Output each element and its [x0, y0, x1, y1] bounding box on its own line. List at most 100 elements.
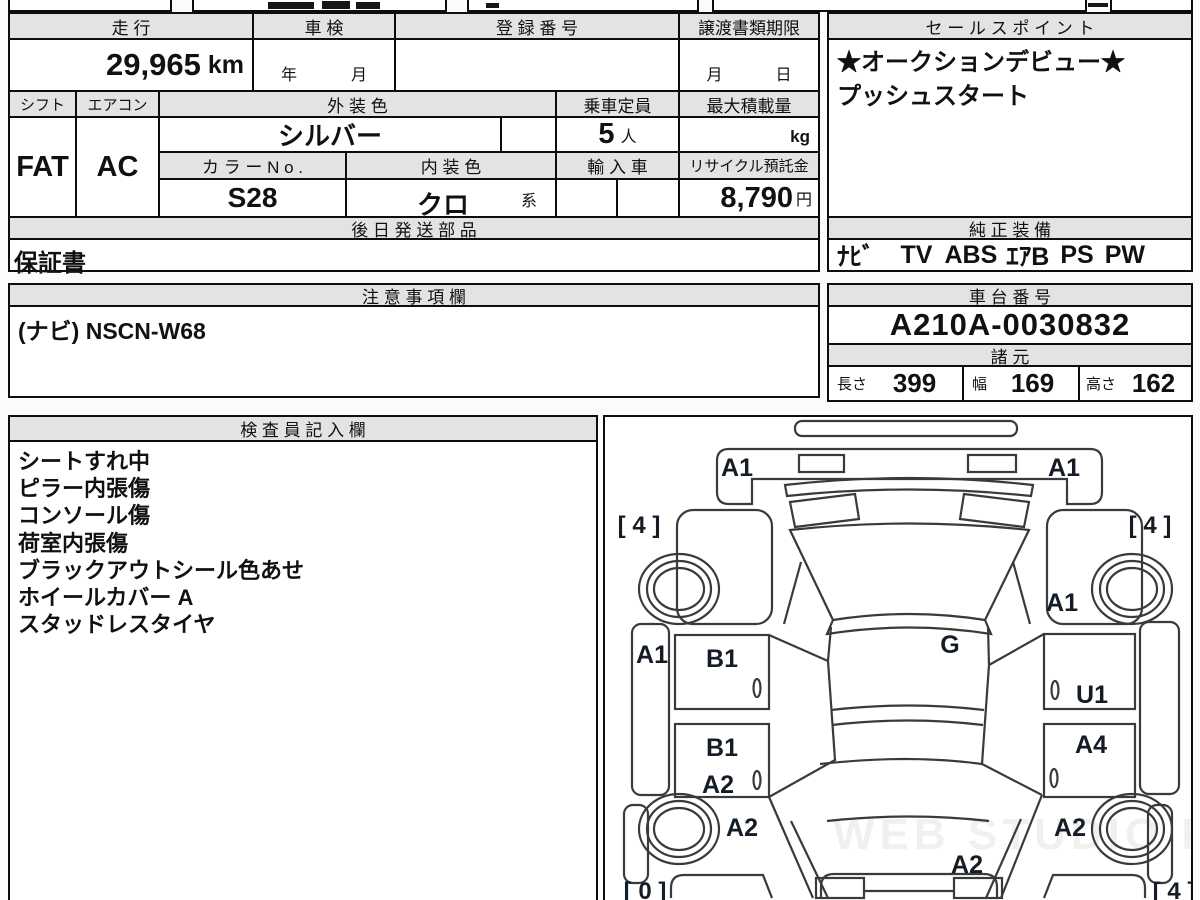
notes-header-label: 注 意 事 項 欄	[362, 287, 466, 307]
recycle-deposit-header: リサイクル預託金	[678, 151, 820, 180]
rear-left-corner-strip	[622, 803, 650, 885]
defect-item: ピラー内張傷	[18, 476, 151, 502]
max-load-value-cell: kg	[678, 116, 820, 153]
transfer-value-cell: 月 日	[678, 38, 820, 92]
recycle-deposit-header-label: リサイクル預託金	[689, 158, 809, 175]
defect-item: 荷室内張傷	[18, 530, 129, 556]
max-load-header: 最大積載量	[678, 90, 820, 118]
cutoff-glyph-fragment	[1088, 3, 1108, 7]
exterior-color-value-cell: シルバー	[158, 116, 502, 153]
tailgate-notch-right	[952, 876, 1004, 900]
shaken-header-label: 車 検	[304, 18, 344, 38]
capacity-value-cell: 5 人	[555, 116, 680, 153]
recycle-deposit-value: 8,790	[720, 181, 793, 214]
sales-points-header: セ ー ル ス ポ イ ン ト	[827, 12, 1193, 40]
damage-diagram: WEB STUDIO PRO	[603, 415, 1200, 900]
spec-length-cell: 長さ 399	[827, 365, 964, 402]
equipment-item: PS	[1060, 240, 1094, 269]
car-top-view-diagram: WEB STUDIO PRO	[618, 419, 1200, 900]
roof-strip	[793, 419, 1019, 438]
sales-point-line: ★オークションデビュー★	[837, 49, 1125, 76]
shift-value: FAT	[16, 150, 69, 183]
chassis-value-cell: A210A-0030832	[827, 305, 1193, 345]
notes-value: (ナビ) NSCN-W68	[18, 318, 206, 344]
interior-color-suffix: 系	[520, 193, 537, 210]
shift-header: シフト	[8, 90, 77, 118]
front-bumper	[715, 447, 1104, 506]
cutoff-glyph-fragment	[356, 2, 380, 9]
damage-label: A1	[636, 641, 668, 669]
later-parts-value: 保証書	[14, 250, 86, 277]
damage-label: A2	[951, 851, 983, 879]
capacity-unit: 人	[620, 128, 637, 146]
mileage-unit: km	[207, 50, 244, 79]
spec-length-value: 399	[892, 368, 937, 398]
damage-label: A1	[1046, 589, 1078, 617]
specs-header: 諸 元	[827, 343, 1193, 367]
chassis-value: A210A-0030832	[889, 307, 1131, 342]
spec-width-value: 169	[1010, 368, 1055, 398]
registration-header-label: 登 録 番 号	[495, 18, 579, 38]
interior-color-header-label: 内 装 色	[420, 158, 482, 177]
exterior-color-value: シルバー	[277, 121, 382, 151]
import-car-cell-1	[555, 178, 618, 218]
damage-label: G	[940, 631, 959, 659]
sales-point-line: プッシュスタート	[837, 83, 1029, 110]
roof-edge-band	[825, 619, 993, 636]
floor-arc-2	[831, 719, 984, 727]
damage-label: A4	[1075, 731, 1107, 759]
shaken-value-cell: 年 月	[252, 38, 396, 92]
tire-depth-label: [ 4 ]	[1153, 878, 1191, 900]
color-no-value: S28	[227, 182, 278, 213]
spec-height-cell: 高さ 162	[1078, 365, 1193, 402]
damage-label: A1	[1048, 454, 1080, 482]
wiper-pane-right	[958, 492, 1031, 529]
cutoff-glyph-fragment	[486, 3, 499, 8]
aircon-value: AC	[96, 150, 139, 183]
cutoff-row-cell	[712, 0, 1087, 12]
defect-item: ブラックアウトシール色あせ	[18, 557, 305, 583]
later-parts-header: 後 日 発 送 部 品	[8, 216, 820, 240]
specs-header-label: 諸 元	[990, 347, 1030, 367]
notes-header: 注 意 事 項 欄	[8, 283, 820, 307]
equipment-item: TV	[900, 240, 933, 269]
registration-value-cell	[394, 38, 680, 92]
import-car-header: 輸 入 車	[555, 151, 680, 180]
equipment-item: PW	[1104, 240, 1145, 269]
shaken-month-label: 月	[350, 67, 367, 84]
defect-item: シートすれ中	[18, 449, 151, 474]
right-sill-strip	[1138, 620, 1181, 796]
shift-header-label: シフト	[19, 96, 65, 114]
door-handle	[1049, 767, 1059, 789]
body-right-edge	[980, 561, 1045, 796]
rear-right-fender	[1042, 873, 1147, 899]
cutoff-glyph-fragment	[322, 1, 350, 9]
spec-length-label: 長さ	[837, 376, 868, 393]
spec-height-label: 高さ	[1086, 376, 1117, 393]
floor-arc-1	[830, 704, 985, 712]
inspector-header-label: 検 査 員 記 入 欄	[240, 421, 366, 440]
auction-sheet: 走 行 車 検 登 録 番 号 譲渡書類期限 29,965 km 年 月 月 日…	[0, 0, 1200, 900]
damage-label: A2	[1054, 814, 1086, 842]
cutoff-row-cell	[1110, 0, 1193, 12]
cutoff-row-cell	[467, 0, 699, 12]
max-load-unit: kg	[790, 127, 810, 146]
color-no-header: カ ラ ー N o .	[158, 151, 347, 180]
mileage-value: 29,965	[106, 47, 201, 82]
equipment-item: ﾅﾋﾞ	[837, 243, 875, 271]
transfer-deadline-header: 譲渡書類期限	[678, 12, 820, 40]
door-handle	[1050, 679, 1060, 701]
rear-left-fender	[669, 873, 774, 899]
exterior-color-header: 外 装 色	[158, 90, 557, 118]
interior-color-header: 内 装 色	[345, 151, 557, 180]
equipment-item: ABS	[944, 240, 998, 269]
exterior-color-header-label: 外 装 色	[327, 96, 388, 116]
aircon-header-label: エアコン	[87, 96, 148, 114]
damage-label: B1	[706, 645, 738, 673]
cutoff-row-cell	[192, 0, 447, 12]
body-left-edge	[768, 561, 837, 798]
defect-item: コンソール傷	[18, 503, 151, 529]
damage-label: U1	[1076, 681, 1108, 709]
mileage-value-cell: 29,965 km	[8, 38, 254, 92]
interior-color-value-cell: クロ 系	[345, 178, 557, 220]
